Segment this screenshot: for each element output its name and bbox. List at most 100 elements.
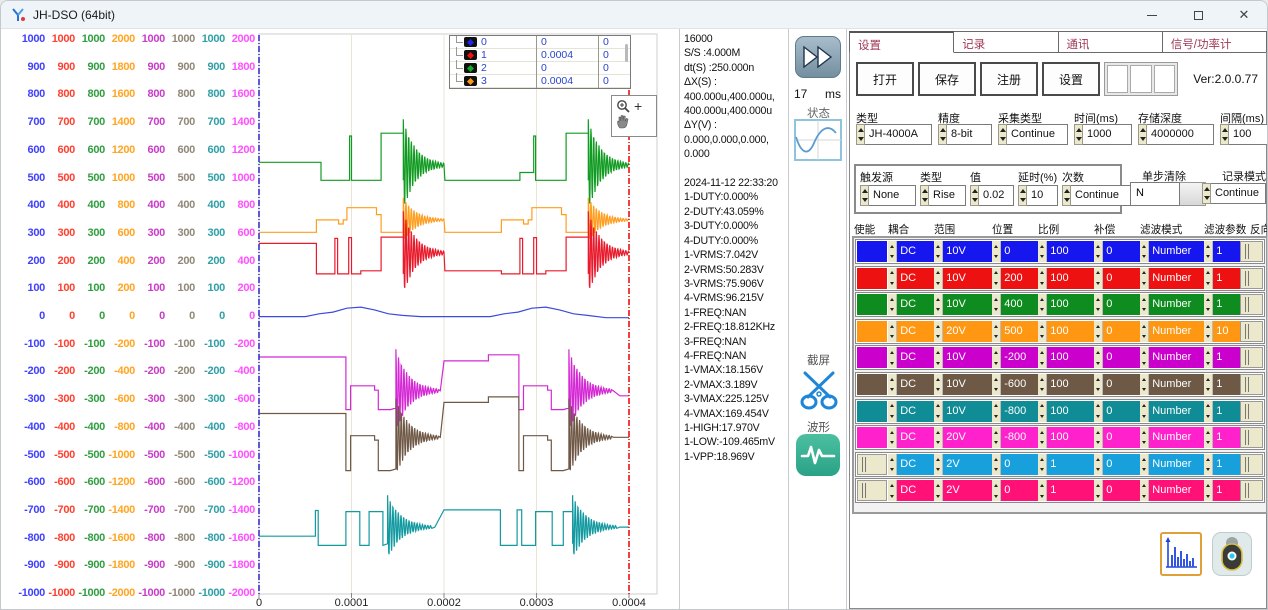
channel-cell-spinner[interactable] xyxy=(992,454,1001,475)
channel-cell-spinner[interactable] xyxy=(1094,401,1103,422)
toolbar-button-注册[interactable]: 注册 xyxy=(980,62,1038,96)
channel-cell-value[interactable]: 0 xyxy=(1103,427,1140,448)
channel-cell-spinner[interactable] xyxy=(1204,374,1213,395)
channel-cell-spinner[interactable] xyxy=(934,401,943,422)
channel-cell-value[interactable]: 20V xyxy=(943,321,992,342)
channel-invert-toggle[interactable] xyxy=(1240,480,1263,501)
param-类型-value[interactable]: JH-4000A xyxy=(865,124,932,145)
channel-cell-value[interactable]: 100 xyxy=(1047,401,1094,422)
channel-cell-value[interactable]: 100 xyxy=(1047,321,1094,342)
channel-cell-spinner[interactable] xyxy=(1094,241,1103,262)
channel-cell-spinner[interactable] xyxy=(934,268,943,289)
channel-cell[interactable]: Number xyxy=(1140,321,1204,342)
param-存储深度-value[interactable]: 4000000 xyxy=(1147,124,1214,145)
channel-cell[interactable]: Number xyxy=(1140,454,1204,475)
channel-cell-value[interactable]: DC xyxy=(897,241,934,262)
channel-cell-spinner[interactable] xyxy=(992,374,1001,395)
channel-cell[interactable]: -600 xyxy=(992,374,1038,395)
channel-cell-value[interactable]: -800 xyxy=(1001,401,1038,422)
channel-cell-spinner[interactable] xyxy=(934,294,943,315)
channel-cell-value[interactable]: 10V xyxy=(943,268,992,289)
channel-enable-swatch[interactable] xyxy=(857,401,887,422)
channel-cell[interactable]: 1 xyxy=(1204,480,1240,501)
channel-cell[interactable]: 10V xyxy=(934,268,992,289)
channel-cell[interactable]: DC xyxy=(888,480,934,501)
channel-cell[interactable]: 1 xyxy=(1204,374,1240,395)
channel-cell-spinner[interactable] xyxy=(992,347,1001,368)
channel-cell[interactable]: Number xyxy=(1140,268,1204,289)
channel-cell-spinner[interactable] xyxy=(1140,241,1149,262)
run-fast-forward-button[interactable] xyxy=(795,36,841,78)
channel-cell-value[interactable]: 1 xyxy=(1047,454,1094,475)
channel-cell-value[interactable]: Number xyxy=(1149,268,1204,289)
channel-cell-value[interactable]: 400 xyxy=(1001,294,1038,315)
channel-cell[interactable]: 200 xyxy=(992,268,1038,289)
channel-cell[interactable]: Number xyxy=(1140,347,1204,368)
spinner-arrows[interactable] xyxy=(1018,185,1027,206)
channel-cell[interactable]: 100 xyxy=(1038,268,1094,289)
channel-cell-value[interactable]: 100 xyxy=(1047,374,1094,395)
channel-invert-toggle[interactable] xyxy=(1240,268,1263,289)
channel-cell[interactable]: Number xyxy=(1140,401,1204,422)
channel-cell[interactable]: DC xyxy=(888,268,934,289)
channel-row-2[interactable]: DC10V2001000Number1 xyxy=(855,266,1265,291)
channel-cell-value[interactable]: 0 xyxy=(1001,480,1038,501)
channel-invert-toggle[interactable] xyxy=(1240,427,1263,448)
channel-cell-spinner[interactable] xyxy=(1094,294,1103,315)
channel-cell-spinner[interactable] xyxy=(1094,321,1103,342)
channel-cell-value[interactable]: 0 xyxy=(1103,321,1140,342)
minimize-button[interactable] xyxy=(1129,1,1175,29)
channel-cell-value[interactable]: 10V xyxy=(943,374,992,395)
channel-cell[interactable]: 1 xyxy=(1038,480,1094,501)
channel-cell-spinner[interactable] xyxy=(1140,427,1149,448)
channel-cell[interactable]: DC xyxy=(888,321,934,342)
channel-cell[interactable]: -200 xyxy=(992,347,1038,368)
channel-enable-toggle[interactable] xyxy=(857,480,887,501)
channel-cell[interactable]: 1 xyxy=(1204,294,1240,315)
channel-cell-spinner[interactable] xyxy=(888,241,897,262)
single-clear-value[interactable]: N xyxy=(1130,182,1180,206)
channel-invert-toggle[interactable] xyxy=(1240,241,1263,262)
channel-enable-swatch[interactable] xyxy=(857,427,887,448)
spinner-arrows[interactable] xyxy=(970,185,979,206)
channel-cell-value[interactable]: 0 xyxy=(1103,241,1140,262)
channel-cell-value[interactable]: 2V xyxy=(943,454,992,475)
trigger-触发源[interactable]: None xyxy=(860,185,916,206)
channel-cell[interactable]: 100 xyxy=(1038,401,1094,422)
channel-cell[interactable]: Number xyxy=(1140,427,1204,448)
channel-cell-value[interactable]: 10 xyxy=(1213,321,1240,342)
channel-cell[interactable]: 20V xyxy=(934,427,992,448)
channel-cell-spinner[interactable] xyxy=(934,480,943,501)
trigger-次数-value[interactable]: Continue xyxy=(1071,185,1132,206)
channel-cell-value[interactable]: 1 xyxy=(1213,374,1240,395)
channel-invert-toggle[interactable] xyxy=(1240,294,1263,315)
channel-cell-value[interactable]: 1 xyxy=(1213,241,1240,262)
channel-cell[interactable]: 100 xyxy=(1038,321,1094,342)
channel-invert-toggle[interactable] xyxy=(1240,401,1263,422)
channel-cell-value[interactable]: 1 xyxy=(1213,347,1240,368)
channel-cell-spinner[interactable] xyxy=(888,268,897,289)
tab-信号/功率计[interactable]: 信号/功率计 xyxy=(1163,31,1267,53)
channel-row-9[interactable]: DC2V010Number1 xyxy=(855,452,1265,477)
channel-cell-spinner[interactable] xyxy=(1094,427,1103,448)
param-存储深度[interactable]: 4000000 xyxy=(1138,124,1214,145)
channel-row-3[interactable]: DC10V4001000Number1 xyxy=(855,292,1265,317)
record-mode-value[interactable]: Continue xyxy=(1211,183,1266,204)
channel-cell-spinner[interactable] xyxy=(934,241,943,262)
channel-cell-spinner[interactable] xyxy=(934,321,943,342)
param-精度[interactable]: 8-bit xyxy=(938,124,992,145)
channel-cell-value[interactable]: Number xyxy=(1149,401,1204,422)
channel-cell-value[interactable]: DC xyxy=(897,427,934,448)
channel-cell-spinner[interactable] xyxy=(1038,241,1047,262)
channel-cell[interactable]: 10 xyxy=(1204,321,1240,342)
channel-cell-spinner[interactable] xyxy=(992,268,1001,289)
channel-cell[interactable]: 1 xyxy=(1038,454,1094,475)
channel-cell[interactable]: 1 xyxy=(1204,454,1240,475)
channel-row-4[interactable]: DC20V5001000Number10 xyxy=(855,319,1265,344)
channel-cell[interactable]: Number xyxy=(1140,241,1204,262)
channel-cell-spinner[interactable] xyxy=(1038,427,1047,448)
channel-cell-value[interactable]: 100 xyxy=(1047,294,1094,315)
channel-cell-spinner[interactable] xyxy=(1140,454,1149,475)
channel-cell-value[interactable]: Number xyxy=(1149,480,1204,501)
channel-cell[interactable]: 0 xyxy=(1094,454,1140,475)
